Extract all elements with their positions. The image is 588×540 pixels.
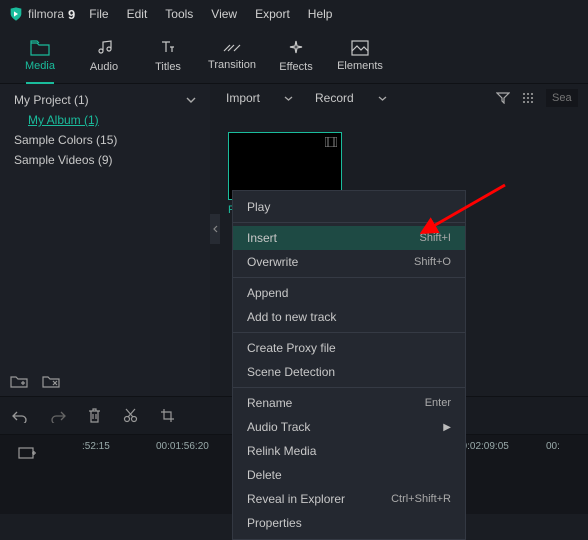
menu-export[interactable]: Export xyxy=(255,7,290,21)
separator xyxy=(233,387,465,388)
menu-help[interactable]: Help xyxy=(308,7,333,21)
context-menu: Play InsertShift+I OverwriteShift+O Appe… xyxy=(232,190,466,540)
tree-label: My Project (1) xyxy=(14,93,89,107)
ctx-add-track[interactable]: Add to new track xyxy=(233,305,465,329)
time-tick: 00: xyxy=(546,441,560,452)
trash-icon[interactable] xyxy=(88,408,101,423)
time-tick: :52:15 xyxy=(82,441,110,452)
chevron-left-icon xyxy=(213,225,218,233)
ctx-insert[interactable]: InsertShift+I xyxy=(233,226,465,250)
menu-view[interactable]: View xyxy=(211,7,237,21)
ctx-reveal[interactable]: Reveal in ExplorerCtrl+Shift+R xyxy=(233,487,465,511)
menubar: File Edit Tools View Export Help xyxy=(89,7,332,21)
tree-item-album[interactable]: My Album (1) xyxy=(0,110,210,130)
music-icon xyxy=(95,39,113,57)
import-dropdown[interactable]: Import xyxy=(220,91,299,105)
add-folder-icon[interactable] xyxy=(10,374,28,388)
text-icon xyxy=(159,39,177,57)
transition-icon xyxy=(222,41,242,55)
search-input[interactable] xyxy=(546,89,578,107)
ctx-overwrite[interactable]: OverwriteShift+O xyxy=(233,250,465,274)
ctx-audio-track[interactable]: Audio Track▶ xyxy=(233,415,465,439)
folder-icon xyxy=(30,40,50,56)
tab-label: Audio xyxy=(90,61,118,73)
undo-icon[interactable] xyxy=(12,409,28,423)
ctx-properties[interactable]: Properties xyxy=(233,511,465,535)
add-track-icon[interactable] xyxy=(18,445,38,461)
tab-media[interactable]: Media xyxy=(8,28,72,84)
tree-label: Sample Colors (15) xyxy=(14,133,117,147)
record-dropdown[interactable]: Record xyxy=(309,91,393,105)
tab-label: Elements xyxy=(337,60,383,72)
ctx-relink[interactable]: Relink Media xyxy=(233,439,465,463)
collapse-panel-button[interactable] xyxy=(210,214,220,244)
separator xyxy=(233,277,465,278)
tab-transition[interactable]: Transition xyxy=(200,28,264,84)
image-icon xyxy=(351,40,369,56)
ctx-append[interactable]: Append xyxy=(233,281,465,305)
ctx-proxy[interactable]: Create Proxy file xyxy=(233,336,465,360)
tab-label: Titles xyxy=(155,61,181,73)
ctx-delete[interactable]: Delete xyxy=(233,463,465,487)
tab-elements[interactable]: Elements xyxy=(328,28,392,84)
menu-tools[interactable]: Tools xyxy=(165,7,193,21)
app-logo: filmora 9 xyxy=(8,6,75,22)
redo-icon[interactable] xyxy=(50,409,66,423)
app-version: 9 xyxy=(68,7,75,22)
tab-audio[interactable]: Audio xyxy=(72,28,136,84)
cut-icon[interactable] xyxy=(123,408,138,423)
menu-file[interactable]: File xyxy=(89,7,108,21)
tab-label: Effects xyxy=(279,61,312,73)
tree-label: My Album (1) xyxy=(28,113,99,127)
tree-item-project[interactable]: My Project (1) xyxy=(0,90,210,110)
record-label: Record xyxy=(315,91,354,105)
ctx-rename[interactable]: RenameEnter xyxy=(233,391,465,415)
grid-icon[interactable] xyxy=(522,92,534,104)
tree-item-videos[interactable]: Sample Videos (9) xyxy=(0,150,210,170)
remove-folder-icon[interactable] xyxy=(42,374,60,388)
filmstrip-icon xyxy=(325,137,337,147)
chevron-down-icon xyxy=(186,97,196,103)
tab-label: Media xyxy=(25,60,55,72)
filter-icon[interactable] xyxy=(496,92,510,104)
tree-label: Sample Videos (9) xyxy=(14,153,113,167)
ctx-play[interactable]: Play xyxy=(233,195,465,219)
tab-titles[interactable]: Titles xyxy=(136,28,200,84)
sparkle-icon xyxy=(287,39,305,57)
chevron-down-icon xyxy=(378,96,387,101)
time-tick: 00:01:56:20 xyxy=(156,441,209,452)
project-sidebar: My Project (1) My Album (1) Sample Color… xyxy=(0,84,210,396)
separator xyxy=(233,332,465,333)
tab-label: Transition xyxy=(208,59,256,71)
chevron-right-icon: ▶ xyxy=(443,422,451,433)
crop-icon[interactable] xyxy=(160,408,175,423)
filmora-icon xyxy=(8,6,24,22)
separator xyxy=(233,222,465,223)
chevron-down-icon xyxy=(284,96,293,101)
ctx-scene-detection[interactable]: Scene Detection xyxy=(233,360,465,384)
app-name: filmora xyxy=(28,7,64,21)
menu-edit[interactable]: Edit xyxy=(127,7,148,21)
tree-item-colors[interactable]: Sample Colors (15) xyxy=(0,130,210,150)
tab-effects[interactable]: Effects xyxy=(264,28,328,84)
import-label: Import xyxy=(226,91,260,105)
